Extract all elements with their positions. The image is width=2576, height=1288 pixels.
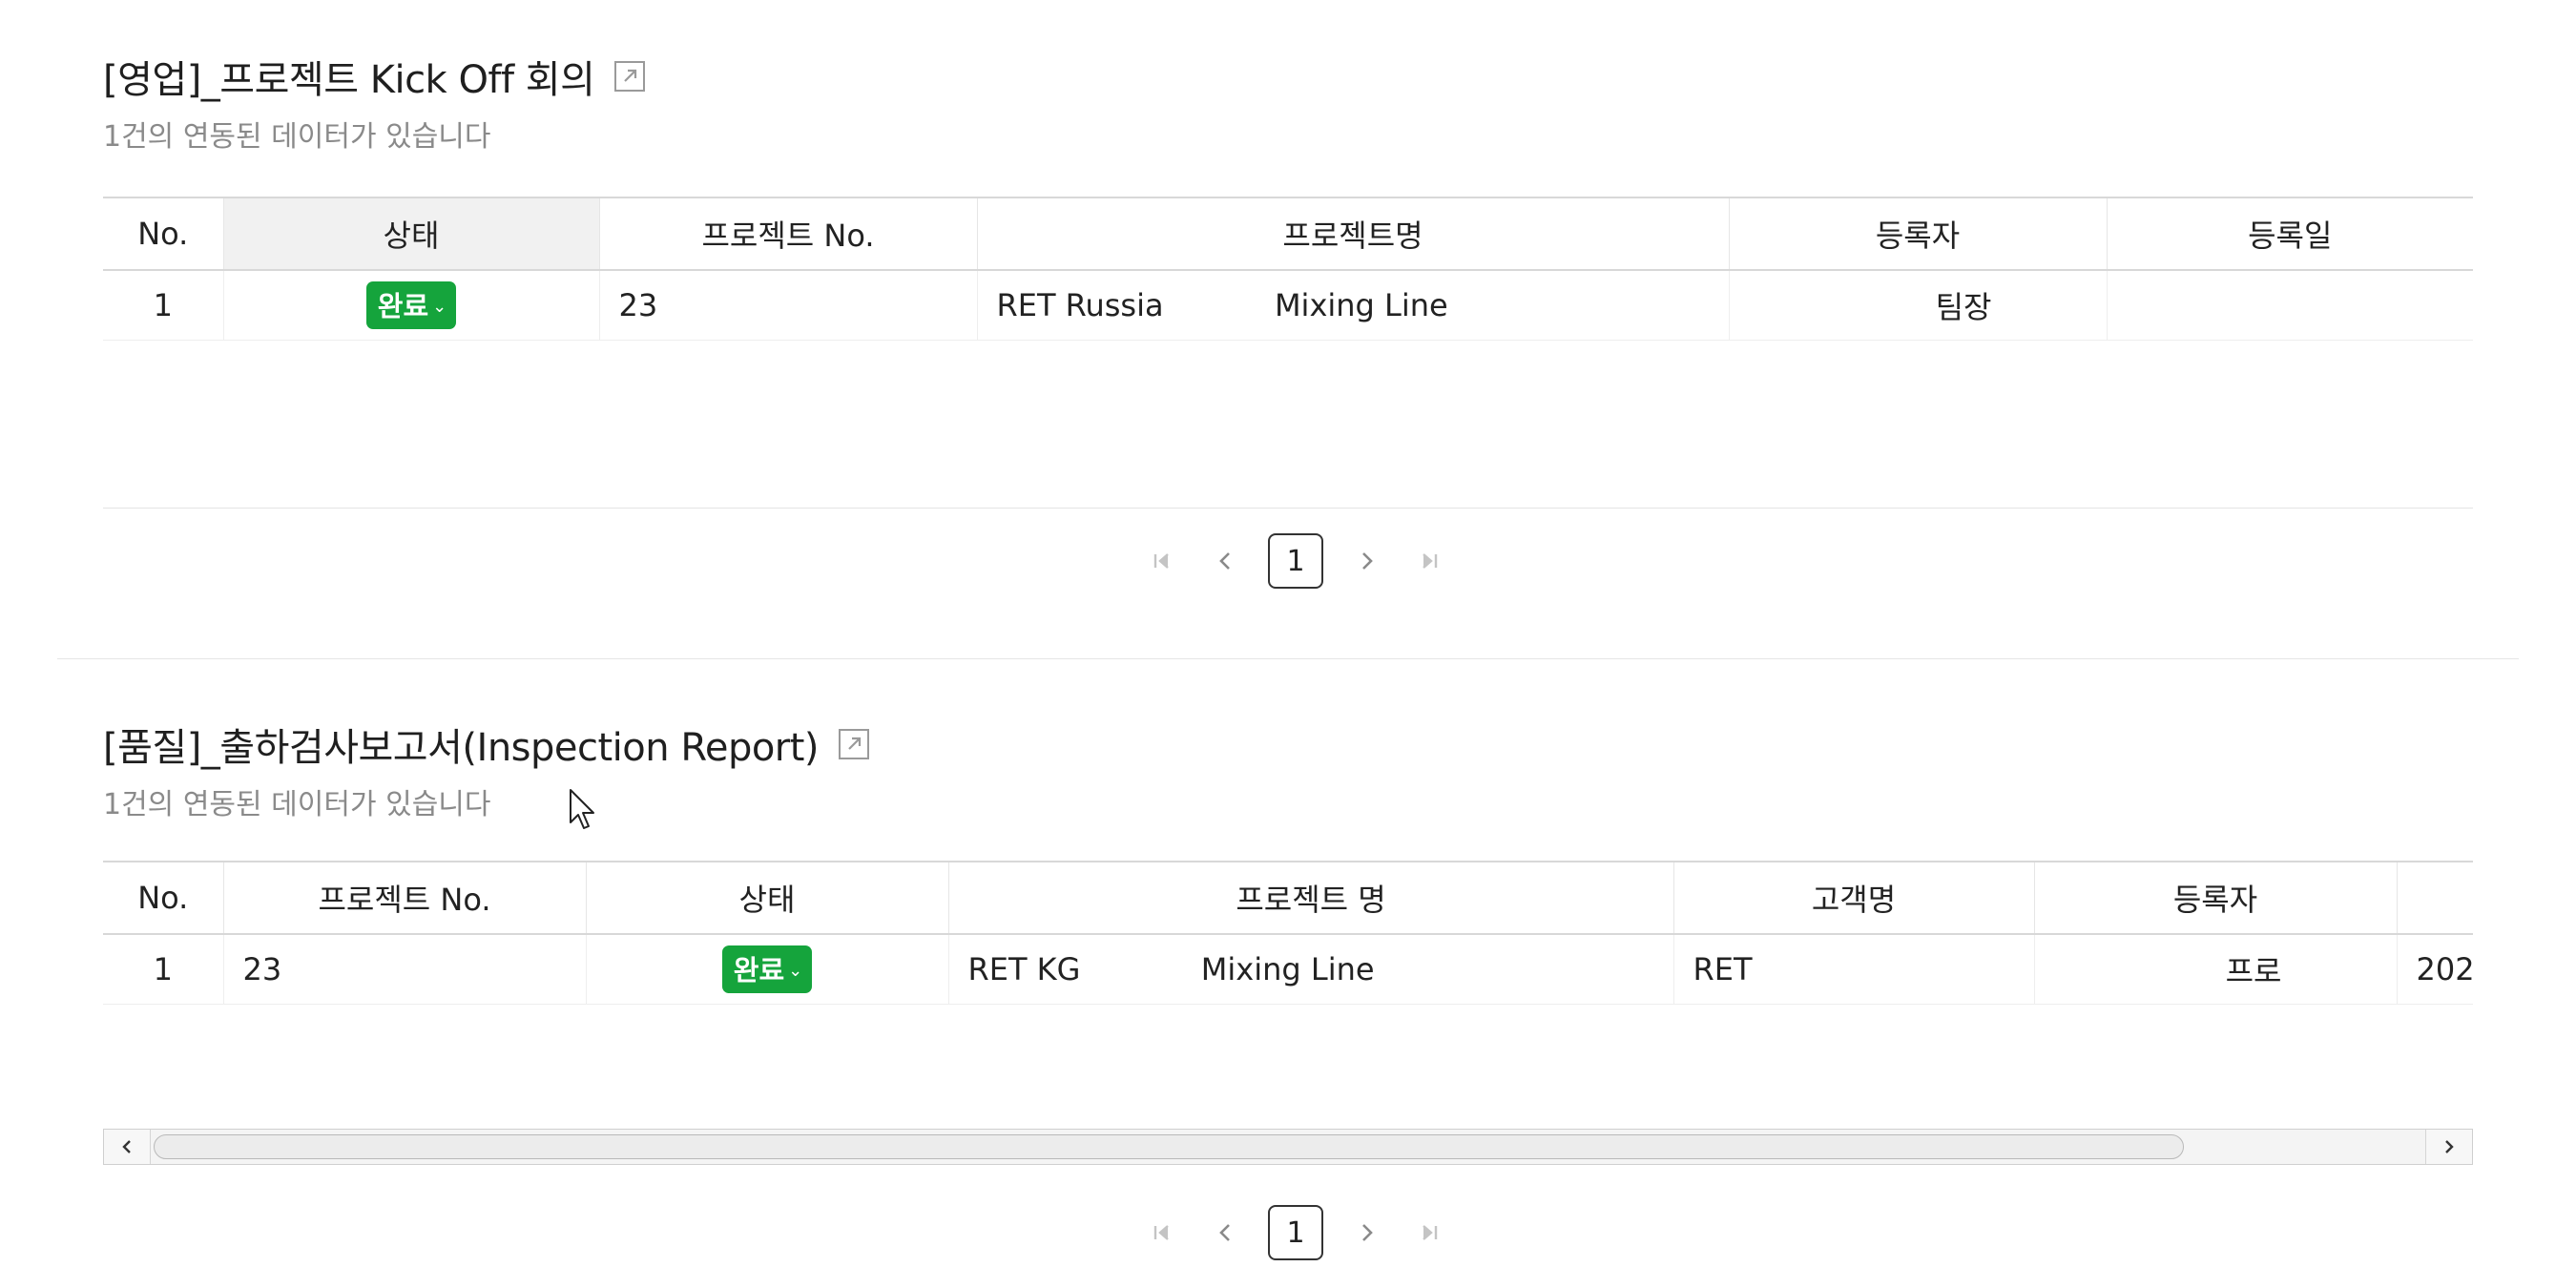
project-name-part: RET KG bbox=[967, 951, 1081, 987]
cell-project-no: 23 bbox=[599, 270, 978, 341]
cell-registrant: 팀장 bbox=[1729, 270, 2108, 341]
data-table: No. 상태 프로젝트 No. 프로젝트명 등록자 등록일 1 완료 ⌄ 23 … bbox=[103, 197, 2473, 341]
project-name-part: RET Russia bbox=[996, 287, 1164, 323]
linked-data-section-sales-kickoff: [영업]_프로젝트 Kick Off 회의 1건의 연동된 데이터가 있습니다 … bbox=[103, 38, 2473, 611]
external-link-icon[interactable] bbox=[612, 58, 648, 94]
table-header-row: No. 상태 프로젝트 No. 프로젝트명 등록자 등록일 bbox=[103, 197, 2473, 270]
column-header-project-name[interactable]: 프로젝트명 bbox=[977, 197, 1730, 270]
project-name-part: Mixing Line bbox=[1274, 287, 1448, 323]
section-subtitle: 1건의 연동된 데이터가 있습니다 bbox=[103, 788, 491, 821]
cell-project-name: RET KG Mixing Line bbox=[948, 934, 1674, 1005]
status-badge[interactable]: 완료 ⌄ bbox=[721, 945, 813, 993]
column-header-reg-date[interactable] bbox=[2397, 862, 2473, 934]
scrollbar-thumb[interactable] bbox=[154, 1134, 2184, 1159]
cell-customer: RET bbox=[1673, 934, 2035, 1005]
section-title: [품질]_출하검사보고서(Inspection Report) bbox=[103, 717, 872, 771]
table-row[interactable]: 1 23 완료 ⌄ RET KG Mixing Line RET 프로 202 bbox=[103, 934, 2473, 1005]
status-label: 완료 bbox=[733, 954, 785, 987]
page-number-current[interactable]: 1 bbox=[1268, 1205, 1323, 1260]
section-subtitle: 1건의 연동된 데이터가 있습니다 bbox=[103, 120, 491, 154]
section-title-text: [영업]_프로젝트 Kick Off 회의 bbox=[103, 58, 595, 102]
prev-page-icon[interactable] bbox=[1206, 1214, 1244, 1252]
column-header-registrant[interactable]: 등록자 bbox=[2034, 862, 2398, 934]
prev-page-icon[interactable] bbox=[1206, 542, 1244, 580]
first-page-icon[interactable] bbox=[1143, 1214, 1181, 1252]
table-row[interactable]: 1 완료 ⌄ 23 RET Russia Mixing Line 팀장 bbox=[103, 270, 2473, 341]
cell-reg-date bbox=[2107, 270, 2473, 341]
cell-no: 1 bbox=[103, 270, 224, 341]
section-divider bbox=[57, 658, 2519, 659]
column-header-status[interactable]: 상태 bbox=[223, 197, 600, 270]
status-badge[interactable]: 완료 ⌄ bbox=[365, 281, 457, 329]
horizontal-scrollbar[interactable] bbox=[103, 1129, 2473, 1165]
last-page-icon[interactable] bbox=[1410, 1214, 1448, 1252]
page: [영업]_프로젝트 Kick Off 회의 1건의 연동된 데이터가 있습니다 … bbox=[0, 0, 2576, 1288]
status-label: 완료 bbox=[377, 290, 429, 322]
data-table: No. 프로젝트 No. 상태 프로젝트 명 고객명 등록자 1 23 완료 ⌄… bbox=[103, 861, 2473, 1005]
first-page-icon[interactable] bbox=[1143, 542, 1181, 580]
section-title: [영업]_프로젝트 Kick Off 회의 bbox=[103, 50, 648, 103]
chevron-down-icon: ⌄ bbox=[788, 960, 803, 981]
column-header-registrant[interactable]: 등록자 bbox=[1729, 197, 2108, 270]
mouse-cursor-icon bbox=[569, 788, 597, 836]
cell-status: 완료 ⌄ bbox=[223, 270, 600, 341]
next-page-icon[interactable] bbox=[1348, 1214, 1386, 1252]
column-header-project-no[interactable]: 프로젝트 No. bbox=[223, 862, 587, 934]
cell-reg-date: 202 bbox=[2397, 934, 2473, 1005]
project-name-part: Mixing Line bbox=[1200, 951, 1375, 987]
data-table-wrapper: No. 상태 프로젝트 No. 프로젝트명 등록자 등록일 1 완료 ⌄ 23 … bbox=[103, 197, 2473, 341]
table-bottom-divider bbox=[103, 508, 2473, 509]
cell-project-name: RET Russia Mixing Line bbox=[977, 270, 1730, 341]
next-page-icon[interactable] bbox=[1348, 542, 1386, 580]
page-number-current[interactable]: 1 bbox=[1268, 533, 1323, 589]
cell-registrant: 프로 bbox=[2034, 934, 2398, 1005]
scroll-right-icon[interactable] bbox=[2425, 1130, 2472, 1164]
pagination: 1 bbox=[1143, 1204, 1448, 1261]
cell-project-no: 23 bbox=[223, 934, 587, 1005]
column-header-no[interactable]: No. bbox=[103, 862, 224, 934]
pagination: 1 bbox=[1143, 532, 1448, 590]
column-header-customer[interactable]: 고객명 bbox=[1673, 862, 2035, 934]
scroll-left-icon[interactable] bbox=[104, 1130, 151, 1164]
column-header-no[interactable]: No. bbox=[103, 197, 224, 270]
cell-status: 완료 ⌄ bbox=[586, 934, 949, 1005]
external-link-icon[interactable] bbox=[836, 726, 872, 762]
column-header-status[interactable]: 상태 bbox=[586, 862, 949, 934]
chevron-down-icon: ⌄ bbox=[432, 296, 447, 317]
last-page-icon[interactable] bbox=[1410, 542, 1448, 580]
table-header-row: No. 프로젝트 No. 상태 프로젝트 명 고객명 등록자 bbox=[103, 862, 2473, 934]
section-title-text: [품질]_출하검사보고서(Inspection Report) bbox=[103, 726, 820, 770]
cell-no: 1 bbox=[103, 934, 224, 1005]
column-header-reg-date[interactable]: 등록일 bbox=[2107, 197, 2473, 270]
column-header-project-no[interactable]: 프로젝트 No. bbox=[599, 197, 978, 270]
column-header-project-name[interactable]: 프로젝트 명 bbox=[948, 862, 1674, 934]
data-table-wrapper: No. 프로젝트 No. 상태 프로젝트 명 고객명 등록자 1 23 완료 ⌄… bbox=[103, 861, 2473, 1005]
linked-data-section-quality-inspection: [품질]_출하검사보고서(Inspection Report) 1건의 연동된 … bbox=[103, 706, 2473, 1288]
